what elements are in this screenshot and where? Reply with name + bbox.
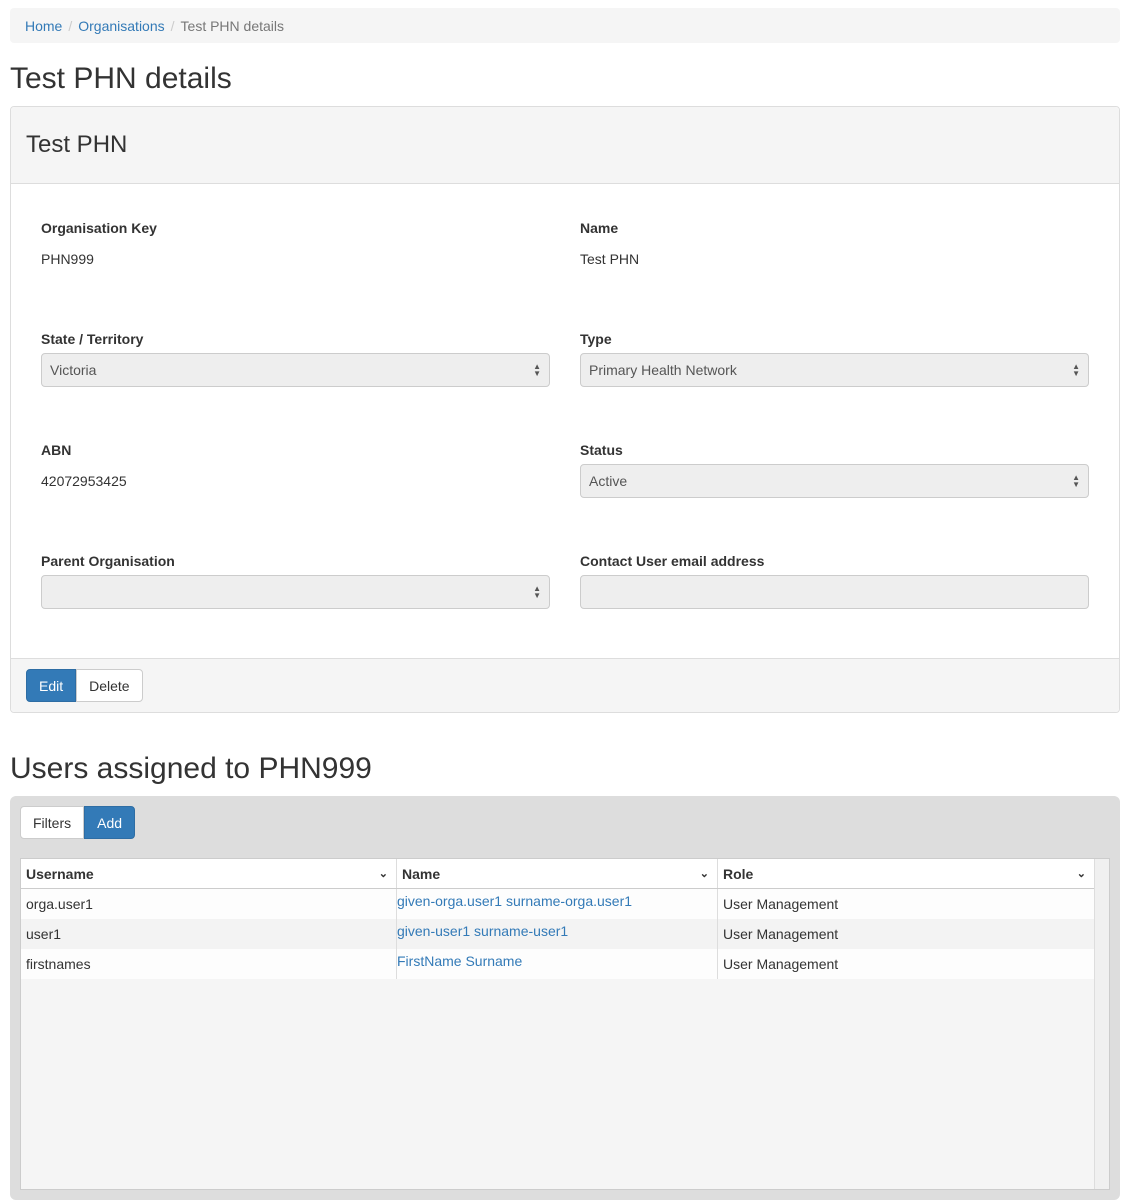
parent-select[interactable]: ▲ ▼ (41, 575, 550, 609)
up-down-arrows-icon: ▲ ▼ (1072, 473, 1080, 489)
contact-field: Contact User email address (580, 553, 1089, 609)
organisation-details-panel: Test PHN Organisation Key PHN999 Name Te… (10, 106, 1120, 713)
state-label: State / Territory (41, 331, 144, 347)
panel-heading: Test PHN (11, 107, 1119, 184)
breadcrumb: Home / Organisations / Test PHN details (10, 8, 1120, 43)
username-cell: user1 (21, 919, 397, 949)
column-header-label: Username (26, 865, 94, 882)
panel-title: Test PHN (26, 131, 128, 158)
breadcrumb-home[interactable]: Home (25, 18, 62, 34)
delete-button[interactable]: Delete (76, 669, 143, 702)
name-field: Name Test PHN (580, 220, 1089, 267)
column-header-username[interactable]: Username ⌄ (21, 859, 397, 888)
username-cell: firstnames (21, 949, 397, 979)
name-value: Test PHN (580, 251, 640, 267)
action-button-group: Edit Delete (26, 669, 143, 702)
org-key-value: PHN999 (41, 251, 94, 267)
org-key-field: Organisation Key PHN999 (41, 220, 550, 267)
users-grid: Username ⌄ Name ⌄ Role ⌄ orga.user1 give… (20, 858, 1110, 1190)
type-select[interactable]: Primary Health Network ▲ ▼ (580, 353, 1089, 387)
filters-button[interactable]: Filters (20, 806, 85, 839)
username-cell: orga.user1 (21, 889, 397, 919)
grid-header: Username ⌄ Name ⌄ Role ⌄ (21, 859, 1109, 889)
column-header-name[interactable]: Name ⌄ (397, 859, 718, 888)
status-label: Status (580, 442, 623, 458)
abn-value: 42072953425 (41, 473, 127, 489)
contact-label: Contact User email address (580, 553, 765, 569)
parent-field: Parent Organisation ▲ ▼ (41, 553, 550, 609)
state-select-value: Victoria (50, 362, 97, 378)
column-header-role[interactable]: Role ⌄ (718, 859, 1095, 888)
chevron-down-icon[interactable]: ⌄ (379, 867, 388, 880)
table-row[interactable]: firstnames FirstName Surname User Manage… (21, 949, 1109, 979)
chevron-down-icon[interactable]: ⌄ (700, 867, 709, 880)
column-header-label: Role (723, 865, 754, 882)
abn-field: ABN 42072953425 (41, 442, 550, 489)
org-key-label: Organisation Key (41, 220, 157, 236)
role-cell: User Management (718, 949, 1095, 979)
state-field: State / Territory Victoria ▲ ▼ (41, 331, 550, 387)
table-row[interactable]: user1 given-user1 surname-user1 User Man… (21, 919, 1109, 949)
parent-label: Parent Organisation (41, 553, 175, 569)
status-select-value: Active (589, 473, 628, 489)
status-select[interactable]: Active ▲ ▼ (580, 464, 1089, 498)
type-label: Type (580, 331, 612, 347)
panel-footer: Edit Delete (11, 658, 1119, 712)
up-down-arrows-icon: ▲ ▼ (533, 362, 541, 378)
table-row[interactable]: orga.user1 given-orga.user1 surname-orga… (21, 889, 1109, 919)
breadcrumb-current: Test PHN details (180, 17, 285, 34)
name-label: Name (580, 220, 619, 236)
name-link[interactable]: FirstName Surname (397, 949, 718, 979)
up-down-arrows-icon: ▲ ▼ (533, 584, 541, 600)
type-select-value: Primary Health Network (589, 362, 737, 378)
page-title: Test PHN details (10, 62, 232, 95)
status-field: Status Active ▲ ▼ (580, 442, 1089, 498)
column-header-label: Name (402, 865, 441, 882)
breadcrumb-separator: / (68, 17, 73, 34)
type-field: Type Primary Health Network ▲ ▼ (580, 331, 1089, 387)
edit-button[interactable]: Edit (26, 669, 77, 702)
breadcrumb-organisations[interactable]: Organisations (78, 18, 164, 34)
users-panel: Filters Add Username ⌄ Name ⌄ Role ⌄ org… (10, 796, 1120, 1200)
role-cell: User Management (718, 919, 1095, 949)
users-section-title: Users assigned to PHN999 (10, 752, 372, 785)
add-user-button[interactable]: Add (84, 806, 136, 839)
users-toolbar: Filters Add (20, 806, 136, 839)
abn-label: ABN (41, 442, 72, 458)
breadcrumb-separator: / (170, 17, 175, 34)
up-down-arrows-icon: ▲ ▼ (1072, 362, 1080, 378)
name-link[interactable]: given-user1 surname-user1 (397, 919, 718, 949)
chevron-down-icon[interactable]: ⌄ (1077, 867, 1086, 880)
contact-email-input[interactable] (580, 575, 1089, 609)
grid-scrollbar[interactable] (1094, 859, 1109, 1189)
state-select[interactable]: Victoria ▲ ▼ (41, 353, 550, 387)
role-cell: User Management (718, 889, 1095, 919)
name-link[interactable]: given-orga.user1 surname-orga.user1 (397, 889, 718, 919)
